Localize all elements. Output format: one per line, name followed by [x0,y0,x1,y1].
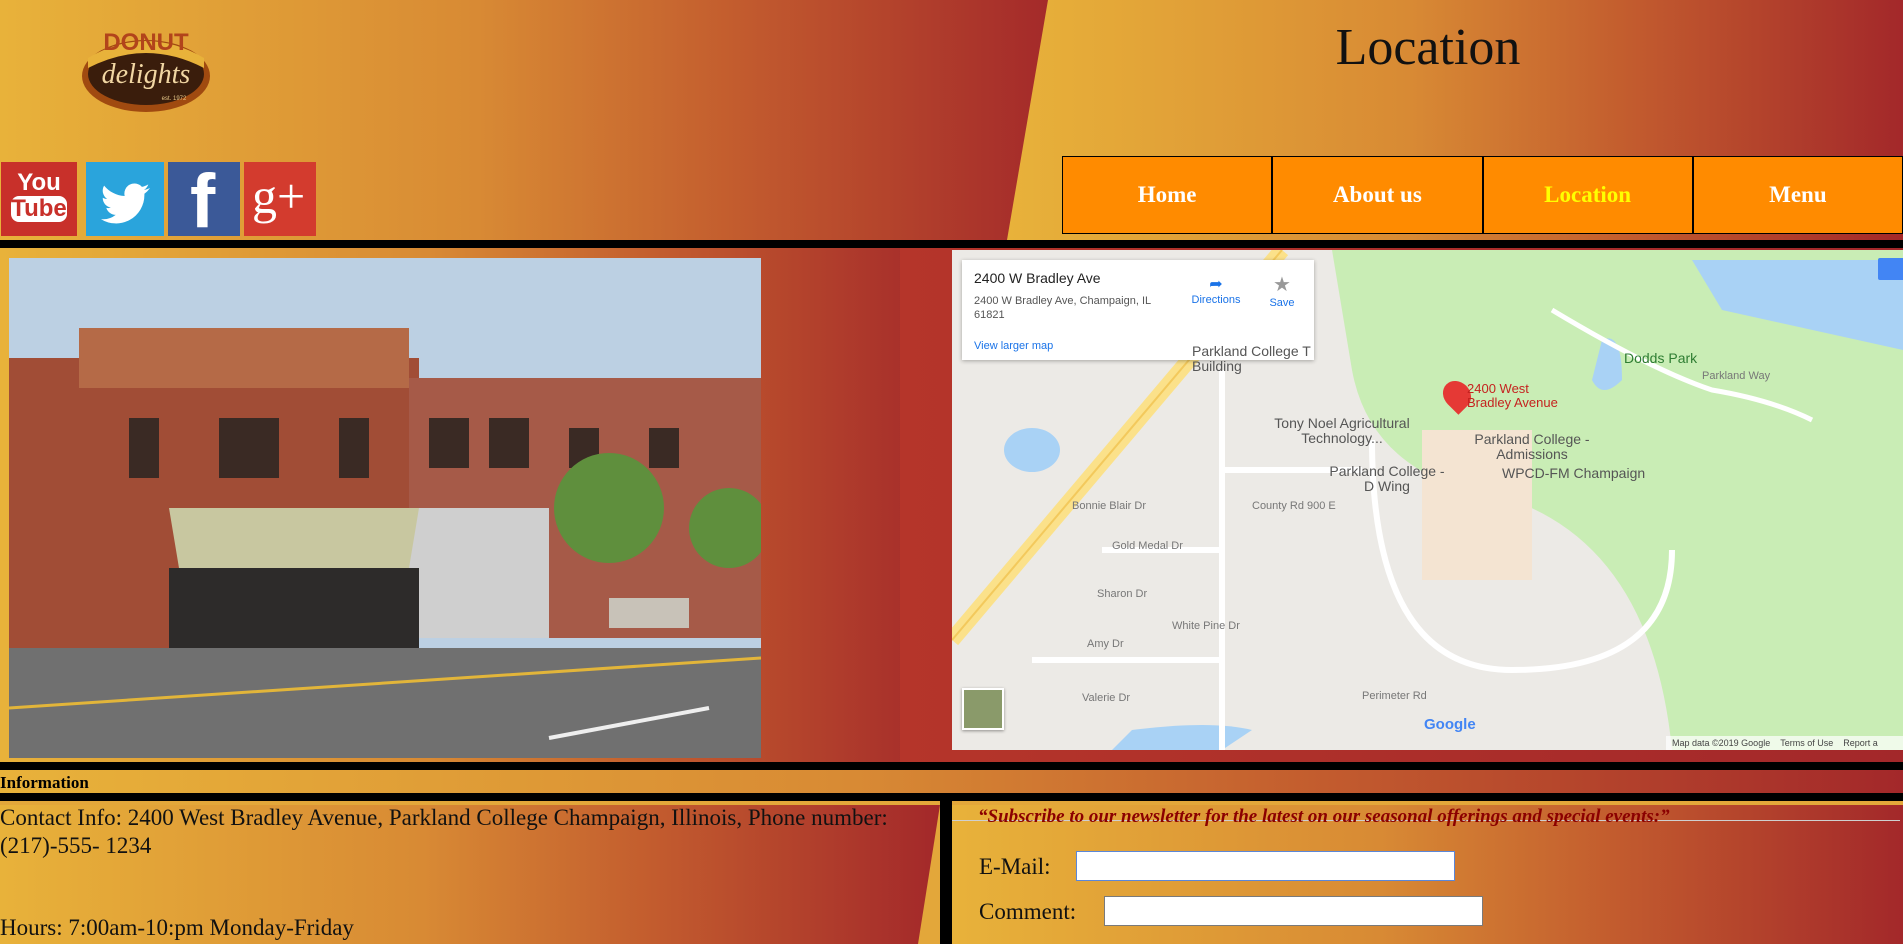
map-label-agricultural: Tony Noel Agricultural Technology... [1274,415,1410,446]
map-card-title: 2400 W Bradley Ave [974,270,1101,286]
map-label-admissions: Parkland College - Admissions [1474,431,1590,462]
main-navigation: Home About us Location Menu [1062,156,1903,234]
report-link[interactable]: Report a [1843,736,1878,750]
email-label: E-Mail: [979,854,1051,879]
info-strip-background [0,770,1903,793]
map-label-d-wing: Parkland College - D Wing [1329,463,1445,494]
header-divider [0,240,1903,248]
comment-label: Comment: [979,899,1077,924]
save-button[interactable]: ★ Save [1262,272,1302,309]
googleplus-icon[interactable]: g+ [244,162,316,236]
save-label: Save [1269,297,1295,309]
map-data-credit: Map data ©2019 Google [1672,738,1771,748]
map-label-amy: Amy Dr [1087,638,1124,650]
donut-delights-logo[interactable]: DONUT delights est. 1972 [80,18,212,114]
map-label-parkland-way: Parkland Way [1702,370,1771,382]
googleplus-glyph: g+ [252,168,306,224]
map-label-gold-medal: Gold Medal Dr [1112,540,1183,552]
youtube-icon[interactable]: You Tube [1,162,77,236]
map-label-t-building: Parkland College T Building [1192,343,1311,374]
map-label-valerie: Valerie Dr [1082,692,1131,704]
logo-top-text: DONUT [103,29,189,56]
pin-label-line1: 2400 West [1467,381,1529,396]
facebook-icon[interactable]: f [168,162,240,240]
pin-label-line2: Bradley Avenue [1467,395,1558,410]
map-label-white-pine: White Pine Dr [1172,620,1240,632]
satellite-toggle[interactable] [962,688,1004,730]
nav-location[interactable]: Location [1482,156,1693,234]
bottom-vertical-divider [940,801,952,944]
map-label-wpcd: WPCD-FM Champaign [1502,465,1646,481]
google-brand: Google [1424,716,1476,733]
youtube-you-text: You [17,169,61,196]
terms-link[interactable]: Terms of Use [1780,736,1833,750]
contact-info: Contact Info: 2400 West Bradley Avenue, … [0,805,888,858]
map-label-perimeter: Perimeter Rd [1362,690,1427,702]
star-icon: ★ [1273,274,1291,296]
logo-est-text: est. 1972 [162,96,187,102]
nav-home[interactable]: Home [1062,156,1273,234]
map-label-bonnie-blair: Bonnie Blair Dr [1072,500,1146,512]
view-larger-map-link[interactable]: View larger map [974,340,1053,352]
logo-script-text: delights [102,59,191,90]
map-label-county-rd: County Rd 900 E [1252,500,1336,512]
map-label-dodds-park: Dodds Park [1624,350,1698,366]
fullscreen-button[interactable] [1878,258,1903,280]
nav-about-us[interactable]: About us [1272,156,1483,234]
page-title: Location [1335,19,1521,76]
location-map[interactable]: 2400 W Bradley Ave 2400 W Bradley Ave, C… [952,250,1903,750]
directions-button[interactable]: ➦ Directions [1188,274,1244,306]
map-footer: Map data ©2019 Google Terms of Use Repor… [1666,736,1903,750]
youtube-tube-text: Tube [11,195,67,222]
middle-divider [0,762,1903,770]
email-field[interactable] [1076,851,1455,881]
map-card-address: 2400 W Bradley Ave, Champaign, IL 61821 [974,295,1151,321]
map-label-sharon: Sharon Dr [1097,588,1148,600]
comment-field[interactable] [1104,896,1483,926]
hours-info: Hours: 7:00am-10:pm Monday-Friday [0,915,354,940]
info-divider [0,793,1903,801]
directions-icon: ➦ [1209,276,1223,293]
storefront-photo [9,258,761,758]
facebook-glyph: f [190,159,216,244]
twitter-icon[interactable] [86,162,164,236]
newsletter-legend: “Subscribe to our newsletter for the lat… [978,806,1670,827]
information-label: Information [0,773,89,792]
directions-label: Directions [1191,294,1241,306]
nav-menu[interactable]: Menu [1692,156,1903,234]
